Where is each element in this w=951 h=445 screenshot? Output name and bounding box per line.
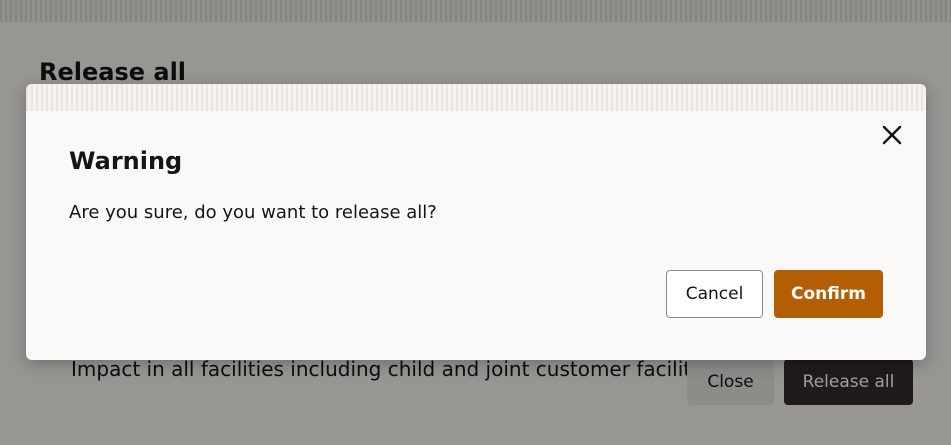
close-icon[interactable]: [880, 123, 904, 147]
page: Release all Impact in all facilities inc…: [0, 0, 951, 445]
dialog-title: Warning: [69, 147, 183, 175]
confirm-button[interactable]: Confirm: [774, 270, 883, 318]
cancel-button[interactable]: Cancel: [666, 270, 763, 318]
dialog-message: Are you sure, do you want to release all…: [69, 202, 437, 223]
dialog-header-texture: [26, 84, 926, 111]
warning-dialog: Warning Are you sure, do you want to rel…: [26, 84, 926, 360]
